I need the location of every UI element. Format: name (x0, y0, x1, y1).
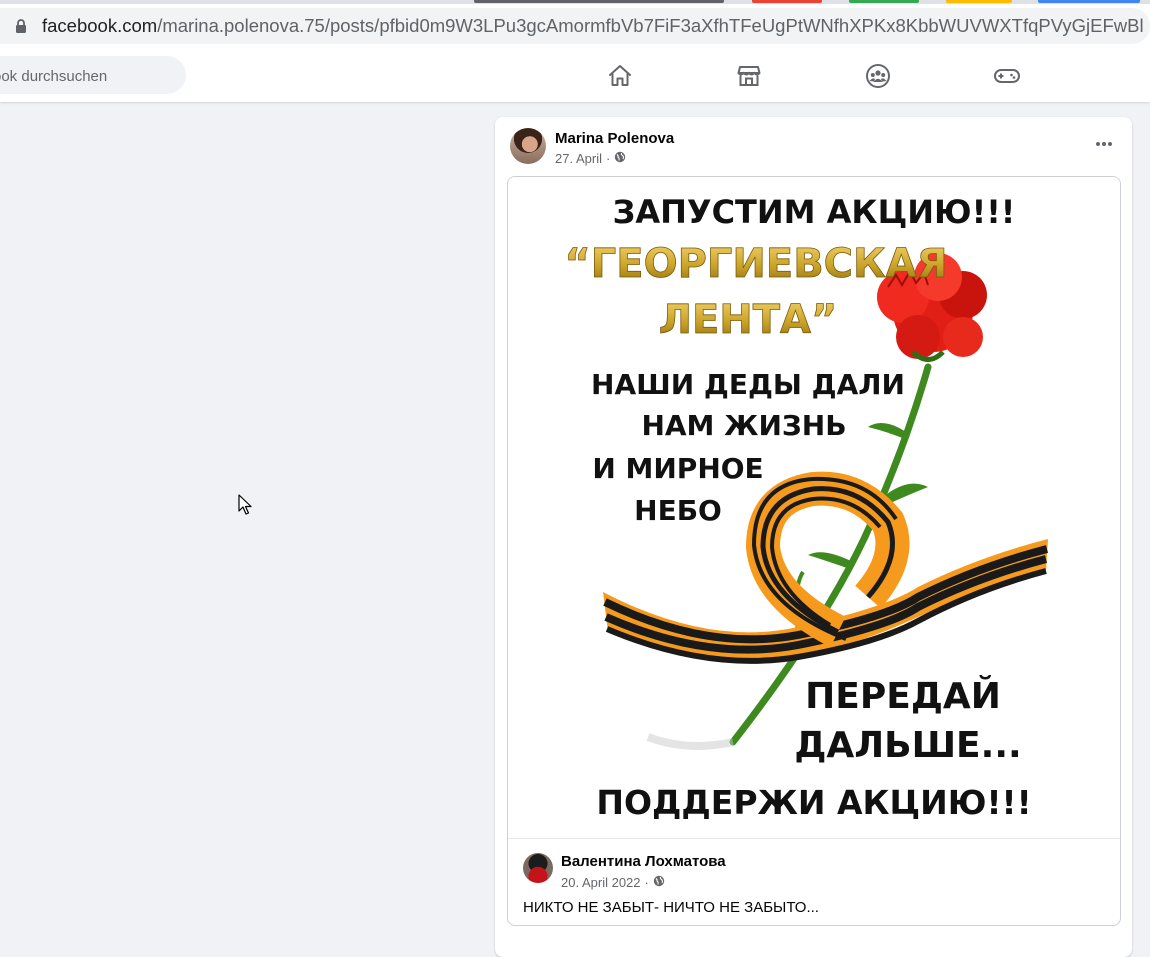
shared-author-avatar[interactable] (523, 853, 553, 883)
shared-post-meta: 20. April 2022 · (561, 875, 665, 890)
lock-icon[interactable] (14, 19, 27, 33)
groups-icon[interactable] (864, 62, 892, 90)
browser-tab[interactable] (946, 0, 1012, 3)
more-options-icon[interactable] (1092, 134, 1116, 154)
browser-tab[interactable] (1038, 0, 1140, 3)
browser-toolbar: facebook.com/marina.polenova.75/posts/pf… (0, 4, 1150, 48)
gaming-icon[interactable] (993, 62, 1021, 90)
post-card: Marina Polenova 27. April · ЗАПУСТИМ АКЦ… (495, 117, 1132, 957)
search-box[interactable] (0, 56, 186, 96)
url-domain: facebook.com (42, 15, 158, 36)
post-date[interactable]: 27. April (555, 151, 602, 166)
poster-line-3: ЛЕНТА” (659, 297, 838, 343)
poster-line-4: НАШИ ДЕДЫ ДАЛИ (591, 368, 905, 401)
url-text[interactable]: facebook.com/marina.polenova.75/posts/pf… (42, 15, 1144, 37)
shared-post[interactable]: ЗАПУСТИМ АКЦИЮ!!! “ГЕОРГИЕВСКАЯ ЛЕНТА” Н… (507, 176, 1121, 926)
shared-post-footer: Валентина Лохматова 20. April 2022 · НИК… (508, 838, 1120, 925)
poster-line-6: И МИРНОЕ (592, 452, 763, 485)
home-icon[interactable] (606, 62, 634, 90)
author-avatar[interactable] (510, 128, 546, 164)
shared-post-date[interactable]: 20. April 2022 (561, 875, 641, 890)
globe-icon (653, 875, 665, 890)
poster-line-7: НЕБО (634, 494, 722, 527)
post-meta: 27. April · (555, 151, 626, 166)
poster-line-2: “ГЕОРГИЕВСКАЯ (564, 241, 947, 287)
facebook-header (0, 48, 1150, 102)
mouse-cursor-icon (238, 494, 252, 515)
shared-author-name[interactable]: Валентина Лохматова (561, 853, 726, 870)
search-input[interactable] (0, 56, 175, 96)
marketplace-icon[interactable] (735, 62, 763, 90)
poster-line-5: НАМ ЖИЗНЬ (641, 409, 846, 442)
browser-tab[interactable] (474, 0, 724, 3)
shared-image[interactable]: ЗАПУСТИМ АКЦИЮ!!! “ГЕОРГИЕВСКАЯ ЛЕНТА” Н… (508, 177, 1120, 837)
meta-separator: · (644, 875, 649, 890)
poster-line-1: ЗАПУСТИМ АКЦИЮ!!! (613, 193, 1016, 231)
shared-post-text: НИКТО НЕ ЗАБЫТ- НИЧТО НЕ ЗАБЫТО... (523, 899, 819, 916)
globe-icon (614, 151, 626, 166)
url-path: /marina.polenova.75/posts/pfbid0m9W3LPu3… (157, 15, 1144, 36)
poster-line-8: ПЕРЕДАЙ (805, 675, 1001, 717)
browser-tab[interactable] (849, 0, 919, 3)
browser-tab[interactable] (752, 0, 822, 3)
poster-line-9: ДАЛЬШЕ... (794, 725, 1021, 766)
meta-separator: · (605, 151, 611, 166)
address-bar[interactable]: facebook.com/marina.polenova.75/posts/pf… (0, 8, 1150, 44)
poster-line-10: ПОДДЕРЖИ АКЦИЮ!!! (596, 783, 1031, 822)
post-author-name[interactable]: Marina Polenova (555, 130, 674, 147)
